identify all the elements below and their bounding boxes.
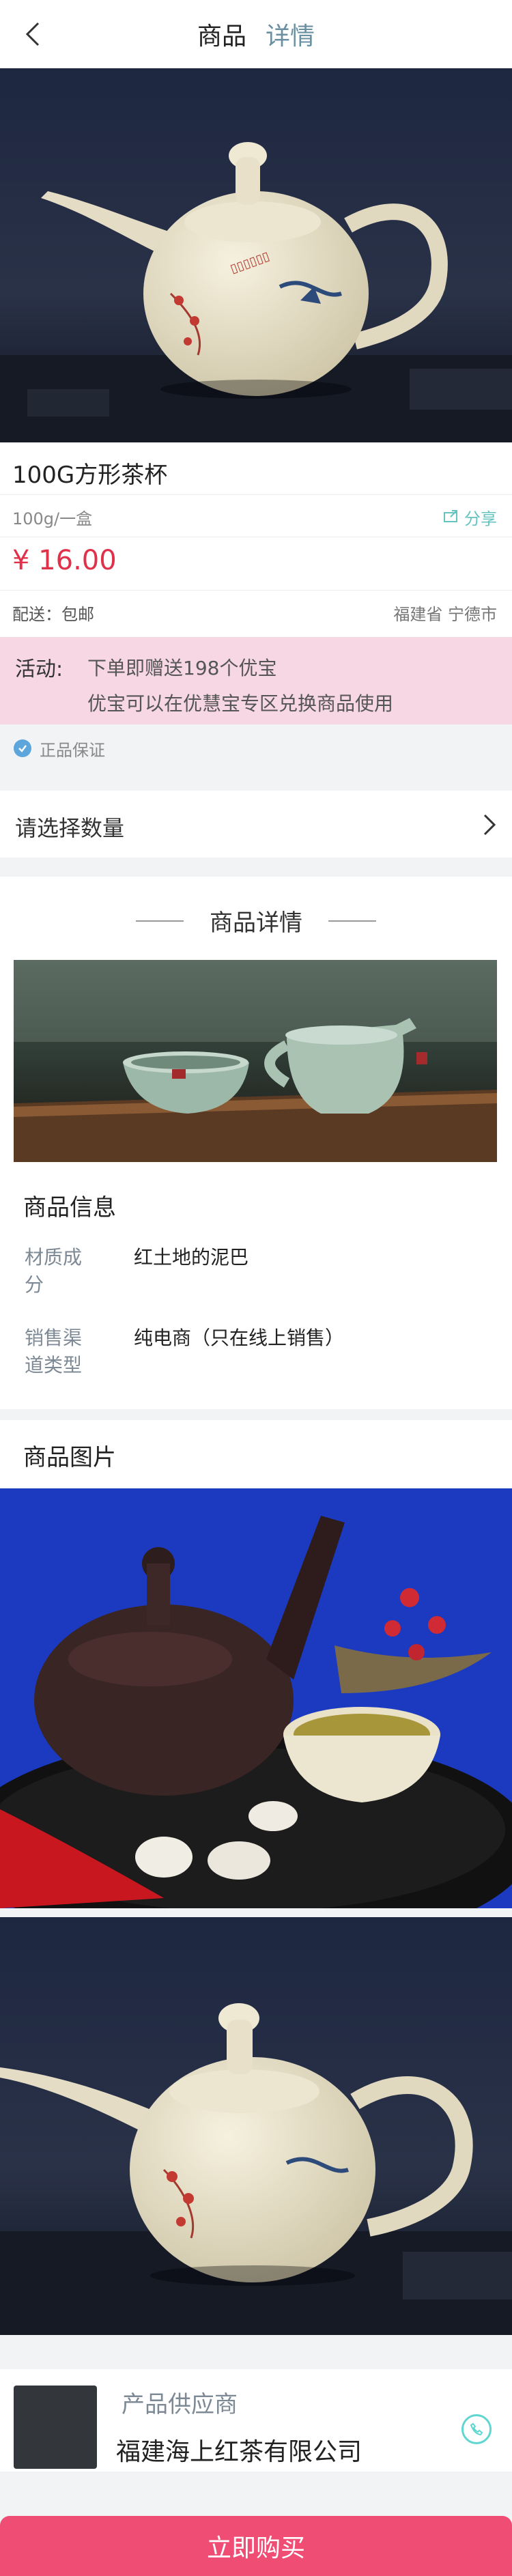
product-details: 商品详情 商品信息 材质成分 红土地的泥巴 销售渠道类型 纯电商（只在线上销售）: [0, 877, 512, 1409]
detail-image-tea-set[interactable]: [14, 960, 497, 1162]
product-info-heading: 商品信息: [23, 1194, 116, 1221]
buy-now-button[interactable]: 立即购买: [0, 2516, 512, 2576]
tab-detail[interactable]: 详情: [266, 16, 315, 52]
product-info: 100G方形茶杯 100g/一盒 分享 ¥ 16.00 配送：包邮 福建省 宁德…: [0, 442, 512, 637]
supplier-logo: [14, 2386, 97, 2469]
divider-line: [136, 920, 184, 922]
spec-value-channel: 纯电商（只在线上销售）: [134, 1327, 345, 1349]
authenticity-guarantee: 正品保证: [0, 724, 512, 772]
details-title: 商品详情: [210, 909, 302, 937]
quantity-label: 请选择数量: [15, 815, 125, 841]
supplier-label: 产品供应商: [122, 2391, 238, 2418]
spec-label-channel: 销售渠道类型: [25, 1327, 83, 1376]
share-button[interactable]: 分享: [444, 505, 497, 529]
divider: [0, 494, 512, 495]
product-picture-teapot[interactable]: [0, 1917, 512, 2335]
product-title: 100G方形茶杯: [12, 462, 168, 489]
spec-value-material: 红土地的泥巴: [134, 1246, 249, 1269]
product-picture-clay-teapot[interactable]: [0, 1488, 512, 1908]
product-pictures-header: 商品图片: [0, 1420, 512, 1488]
origin-location: 福建省 宁德市: [393, 605, 497, 624]
product-price: ¥ 16.00: [12, 545, 117, 576]
promotion-line-2: 优宝可以在优慧宝专区兑换商品使用: [87, 692, 394, 715]
divider: [0, 590, 512, 591]
details-title-row: 商品详情: [0, 904, 512, 937]
nav-tabs: 商品 详情: [197, 16, 315, 52]
product-spec: 100g/一盒: [12, 509, 93, 528]
chevron-right-icon: [483, 814, 496, 836]
divider-line: [328, 920, 376, 922]
product-page: 商品 详情 ▯▯▯▯▯▯ 100G方形茶杯 100g/一盒 分享 ¥ 16.00…: [0, 0, 512, 2576]
promotion-banner: 活动: 下单即赠送198个优宝 优宝可以在优慧宝专区兑换商品使用: [0, 637, 512, 724]
shipping-info: 配送：包邮: [12, 605, 94, 624]
quantity-selector[interactable]: 请选择数量: [0, 791, 512, 858]
spec-label-material: 材质成分: [25, 1246, 83, 1296]
pictures-heading: 商品图片: [23, 1444, 116, 1471]
guarantee-text: 正品保证: [40, 740, 105, 760]
promotion-line-1: 下单即赠送198个优宝: [87, 657, 277, 679]
tab-product[interactable]: 商品: [197, 16, 246, 52]
phone-icon[interactable]: [461, 2414, 492, 2444]
supplier-name: 福建海上红茶有限公司: [116, 2438, 362, 2466]
check-icon: [14, 739, 31, 757]
top-nav: 商品 详情: [0, 0, 512, 68]
share-label: 分享: [464, 509, 497, 528]
product-hero-image[interactable]: ▯▯▯▯▯▯: [0, 68, 512, 442]
share-icon: [444, 508, 459, 527]
supplier-card[interactable]: 产品供应商 福建海上红茶有限公司: [0, 2369, 512, 2472]
back-arrow-icon[interactable]: [19, 20, 46, 48]
promotion-label: 活动:: [15, 657, 63, 681]
